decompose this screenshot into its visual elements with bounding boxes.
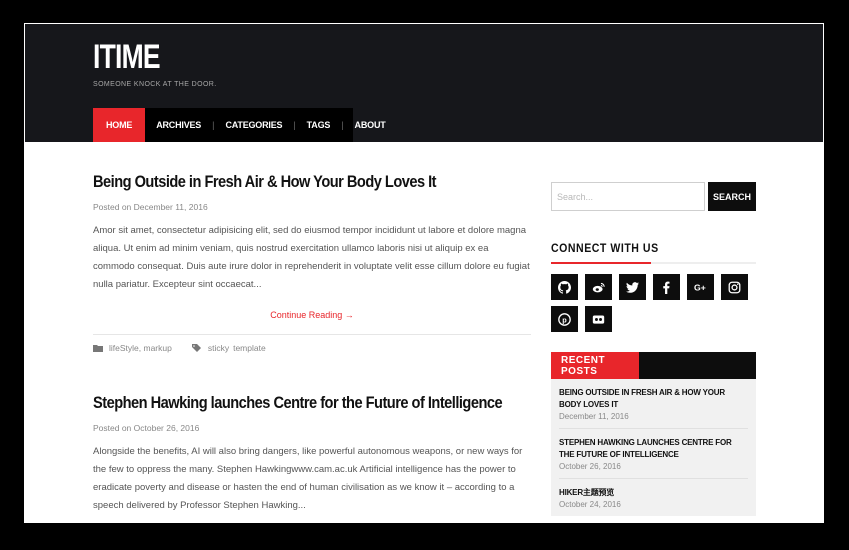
- post-excerpt: Amor sit amet, consectetur adipisicing e…: [93, 225, 530, 290]
- sidebar: SEARCH CONNECT WITH US G+ p: [551, 182, 756, 516]
- instagram-icon[interactable]: [721, 274, 748, 300]
- recent-posts-header: RECENT POSTS: [551, 352, 756, 379]
- github-icon[interactable]: [551, 274, 578, 300]
- search-button[interactable]: SEARCH: [708, 182, 756, 211]
- list-item: HIKER主题预览 October 24, 2016: [559, 479, 748, 516]
- svg-text:G+: G+: [694, 282, 706, 292]
- post-footer: lifeStyle, markup sticky template: [93, 334, 531, 353]
- recent-posts-widget: RECENT POSTS BEING OUTSIDE IN FRESH AIR …: [551, 352, 756, 516]
- nav-home[interactable]: HOME: [93, 108, 146, 142]
- list-item: BEING OUTSIDE IN FRESH AIR & HOW YOUR BO…: [559, 379, 748, 429]
- recent-posts-list: BEING OUTSIDE IN FRESH AIR & HOW YOUR BO…: [551, 379, 756, 516]
- recent-post-date: December 11, 2016: [559, 412, 629, 421]
- site-description: SOMEONE KNOCK AT THE DOOR.: [93, 81, 217, 88]
- nav-about[interactable]: ABOUT: [344, 108, 397, 142]
- browser-viewport: ITIME SOMEONE KNOCK AT THE DOOR. HOME AR…: [24, 23, 824, 523]
- search-input[interactable]: [551, 182, 705, 211]
- tag-link-sticky[interactable]: sticky: [208, 343, 229, 353]
- continue-reading-link[interactable]: Continue Reading →: [93, 310, 531, 320]
- flickr-icon[interactable]: [585, 306, 612, 332]
- nav-tags[interactable]: TAGS: [296, 108, 342, 142]
- folder-icon: [93, 344, 103, 352]
- twitter-icon[interactable]: [619, 274, 646, 300]
- pinterest-icon[interactable]: p: [551, 306, 578, 332]
- recent-post-link[interactable]: STEPHEN HAWKING LAUNCHES CENTRE FOR THE …: [559, 437, 748, 461]
- search-form: SEARCH: [551, 182, 756, 211]
- post-title[interactable]: Stephen Hawking launches Centre for the …: [93, 393, 503, 413]
- google-plus-icon[interactable]: G+: [687, 274, 714, 300]
- svg-text:p: p: [562, 315, 567, 324]
- recent-post-link[interactable]: HIKER主题预览: [559, 487, 748, 499]
- nav-categories[interactable]: CATEGORIES: [214, 108, 293, 142]
- site-title[interactable]: ITIME: [93, 38, 161, 77]
- social-links: G+ p: [551, 274, 756, 338]
- post-article: Stephen Hawking launches Centre for the …: [93, 393, 531, 515]
- tag-link-template[interactable]: template: [233, 343, 266, 353]
- post-date: Posted on December 11, 2016: [93, 202, 208, 212]
- connect-widget-title: CONNECT WITH US: [551, 241, 659, 255]
- post-date: Posted on October 26, 2016: [93, 423, 200, 433]
- post-excerpt: Alongside the benefits, AI will also bri…: [93, 446, 523, 511]
- recent-posts-title: RECENT POSTS: [551, 352, 639, 379]
- list-item: STEPHEN HAWKING LAUNCHES CENTRE FOR THE …: [559, 429, 748, 479]
- post-article: Being Outside in Fresh Air & How Your Bo…: [93, 172, 531, 353]
- weibo-icon[interactable]: [585, 274, 612, 300]
- post-title[interactable]: Being Outside in Fresh Air & How Your Bo…: [93, 172, 470, 192]
- main-nav: HOME ARCHIVES | CATEGORIES | TAGS | ABOU…: [93, 108, 386, 142]
- site-header: ITIME SOMEONE KNOCK AT THE DOOR. HOME AR…: [25, 24, 823, 142]
- recent-post-link[interactable]: BEING OUTSIDE IN FRESH AIR & HOW YOUR BO…: [559, 387, 748, 411]
- nav-archives[interactable]: ARCHIVES: [145, 108, 212, 142]
- facebook-icon[interactable]: [653, 274, 680, 300]
- tag-icon: [191, 344, 202, 352]
- post-categories-link[interactable]: lifeStyle, markup: [109, 343, 172, 353]
- recent-post-date: October 24, 2016: [559, 500, 621, 509]
- recent-post-date: October 26, 2016: [559, 462, 621, 471]
- widget-divider: [551, 262, 756, 264]
